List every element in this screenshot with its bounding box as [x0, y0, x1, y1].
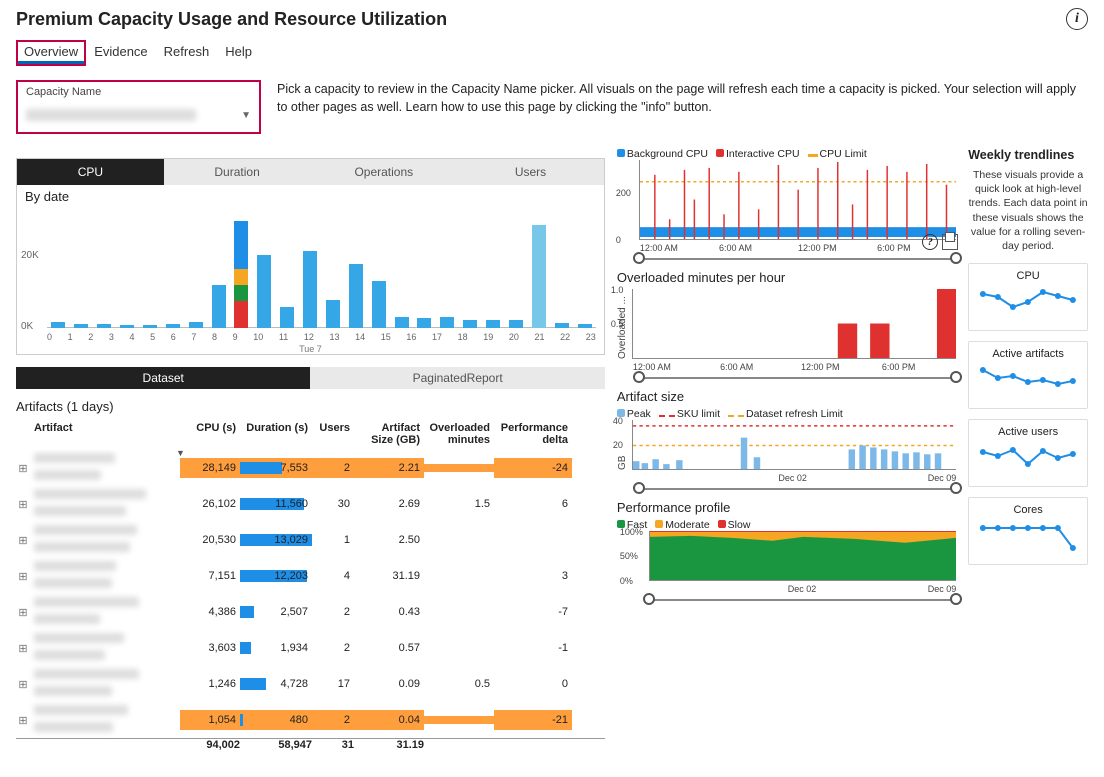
metric-tab-operations[interactable]: Operations	[310, 159, 457, 185]
capacity-name-dropdown[interactable]: ▼	[26, 104, 251, 126]
legend-peak: Peak	[627, 408, 651, 420]
th-duration[interactable]: Duration (s)	[240, 418, 312, 450]
cpu-time-slider[interactable]: ?	[639, 258, 956, 260]
instruction-text: Pick a capacity to review in the Capacit…	[277, 80, 1088, 116]
cpu-utilization-card: Background CPU Interactive CPU CPU Limit…	[617, 148, 956, 260]
artifact-size-title: Artifact size	[617, 389, 956, 404]
legend-slow: Slow	[728, 519, 751, 531]
perf-slider[interactable]	[649, 599, 956, 601]
expand-icon[interactable]: ⊞	[16, 534, 30, 547]
info-icon[interactable]: i	[1066, 8, 1088, 30]
legend-refresh: Dataset refresh Limit	[746, 408, 843, 420]
artifact-size-chart[interactable]: 40 20	[632, 420, 956, 470]
subtab-dataset[interactable]: Dataset	[16, 367, 310, 389]
tab-help[interactable]: Help	[217, 40, 260, 66]
th-overloaded[interactable]: Overloaded minutes	[424, 418, 494, 450]
legend-cpu-limit: CPU Limit	[820, 148, 867, 160]
page-tabs: Overview Evidence Refresh Help	[16, 40, 1088, 66]
capacity-name-value	[26, 109, 196, 121]
expand-icon[interactable]: ⊞	[16, 714, 30, 727]
th-size[interactable]: Artifact Size (GB)	[354, 418, 424, 450]
artifact-type-tabs: Dataset PaginatedReport	[16, 367, 605, 389]
th-artifact[interactable]: Artifact	[30, 418, 180, 450]
help-icon[interactable]: ?	[922, 234, 938, 250]
overloaded-card: Overloaded minutes per hour Overloaded .…	[617, 270, 956, 379]
y-tick-20k: 20K	[21, 250, 39, 261]
table-row[interactable]: ⊞4,3862,50720.43-7	[16, 594, 605, 630]
table-row[interactable]: ⊞28,1497,55322.21-24	[16, 450, 605, 486]
page-title: Premium Capacity Usage and Resource Util…	[16, 9, 447, 30]
table-row[interactable]: ⊞1,05448020.04-21	[16, 702, 605, 738]
tab-overview[interactable]: Overview	[16, 40, 86, 66]
metric-tab-duration[interactable]: Duration	[164, 159, 311, 185]
subtab-paginated[interactable]: PaginatedReport	[310, 367, 604, 389]
th-cpu[interactable]: CPU (s)	[180, 418, 240, 450]
expand-icon[interactable]: ⊞	[16, 570, 30, 583]
perf-chart[interactable]: 100% 50% 0% Dec 02 Dec 09	[649, 531, 956, 581]
perf-profile-card: Performance profile Fast Moderate Slow 1…	[617, 500, 956, 601]
total-dur: 58,947	[240, 739, 312, 751]
legend-moderate: Moderate	[665, 519, 709, 531]
legend-sku: SKU limit	[677, 408, 720, 420]
copy-icon[interactable]	[942, 234, 958, 250]
expand-icon[interactable]: ⊞	[16, 642, 30, 655]
weekly-title: Weekly trendlines	[968, 148, 1088, 162]
th-users[interactable]: Users	[312, 418, 354, 450]
total-users: 31	[312, 739, 354, 751]
table-row[interactable]: ⊞1,2464,728170.090.50	[16, 666, 605, 702]
legend-int-cpu: Interactive CPU	[726, 148, 800, 160]
tab-refresh[interactable]: Refresh	[156, 40, 218, 66]
spark-active-users[interactable]: Active users	[968, 419, 1088, 487]
legend-bg-cpu: Background CPU	[627, 148, 708, 160]
metric-tab-cpu[interactable]: CPU	[17, 159, 164, 185]
expand-icon[interactable]: ⊞	[16, 498, 30, 511]
y-tick-0k: 0K	[21, 321, 33, 332]
cpu-utilization-chart[interactable]: 200 0	[639, 160, 956, 240]
metric-tabs: CPU Duration Operations Users	[17, 159, 604, 185]
expand-icon[interactable]: ⊞	[16, 462, 30, 475]
artifacts-title: Artifacts (1 days)	[16, 399, 605, 414]
table-row[interactable]: ⊞3,6031,93420.57-1	[16, 630, 605, 666]
table-row[interactable]: ⊞7,15112,203431.193	[16, 558, 605, 594]
overloaded-chart[interactable]: 1.0 0.5 12:00 AM 6:00 AM 12:00 PM 6:00 P…	[632, 289, 956, 359]
bydate-chart[interactable]: 20K 0K 012345678910111213141516171819202…	[17, 204, 604, 354]
expand-icon[interactable]: ⊞	[16, 606, 30, 619]
table-row[interactable]: ⊞20,53013,02912.50	[16, 522, 605, 558]
capacity-name-filter[interactable]: Capacity Name ▼	[16, 80, 261, 134]
capacity-name-label: Capacity Name	[26, 86, 251, 98]
expand-icon[interactable]: ⊞	[16, 678, 30, 691]
total-size: 31.19	[354, 739, 424, 751]
artifact-size-card: Artifact size Peak SKU limit Dataset ref…	[617, 389, 956, 490]
perf-title: Performance profile	[617, 500, 956, 515]
artifact-size-slider[interactable]	[639, 488, 956, 490]
overloaded-slider[interactable]	[639, 377, 956, 379]
th-perfdelta[interactable]: Performance delta	[494, 418, 572, 450]
total-cpu: 94,002	[180, 739, 240, 751]
overloaded-title: Overloaded minutes per hour	[617, 270, 956, 285]
tab-overview-label: Overview	[24, 44, 78, 59]
tab-evidence[interactable]: Evidence	[86, 40, 155, 66]
spark-cores[interactable]: Cores	[968, 497, 1088, 565]
weekly-desc: These visuals provide a quick look at hi…	[968, 168, 1088, 253]
metric-tab-users[interactable]: Users	[457, 159, 604, 185]
x-axis-caption: Tue 7	[17, 344, 604, 354]
bydate-title: By date	[17, 185, 604, 204]
spark-active-artifacts[interactable]: Active artifacts	[968, 341, 1088, 409]
spark-cpu[interactable]: CPU	[968, 263, 1088, 331]
artifacts-table: Artifact CPU (s) Duration (s) Users Arti…	[16, 418, 605, 751]
chevron-down-icon: ▼	[241, 110, 251, 121]
table-row[interactable]: ⊞26,10211,560302.691.56	[16, 486, 605, 522]
